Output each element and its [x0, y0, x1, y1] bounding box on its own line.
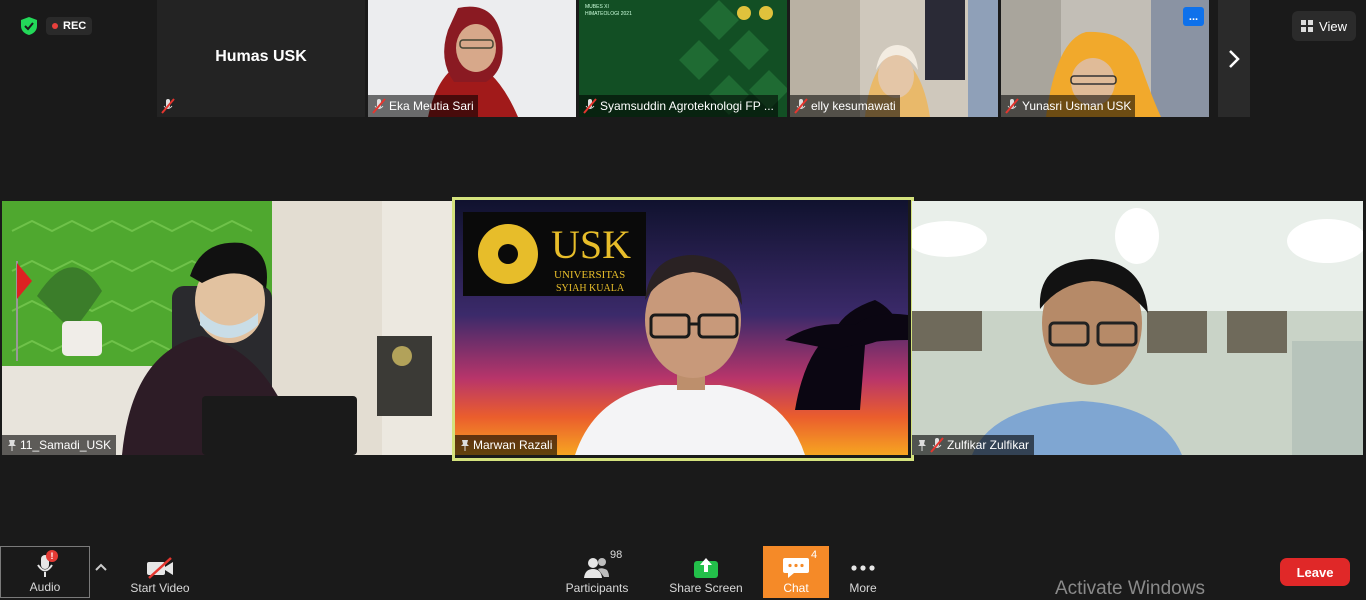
participant-video	[912, 201, 1363, 455]
leave-button[interactable]: Leave	[1280, 558, 1350, 586]
name-bar: Eka Meutia Sari	[368, 95, 478, 117]
name-bar: Zulfikar Zulfikar	[912, 435, 1035, 455]
logo-brand: USK	[551, 222, 631, 267]
participants-icon	[584, 558, 609, 578]
participant-name: Marwan Razali	[473, 438, 553, 452]
chevron-right-icon	[1229, 49, 1240, 68]
view-label: View	[1319, 18, 1347, 34]
participant-name: elly kesumawati	[811, 99, 896, 113]
meeting-status: REC	[18, 14, 93, 38]
share-screen-icon	[694, 558, 718, 578]
logo-line1: UNIVERSITAS	[554, 269, 625, 281]
name-bar: Marwan Razali	[455, 435, 558, 455]
more-button[interactable]: More	[840, 546, 886, 598]
participant-name: Humas USK	[215, 48, 307, 65]
activate-windows-watermark: Activate Windows	[1055, 578, 1205, 599]
video-tile-marwan-razali[interactable]: USK UNIVERSITAS SYIAH KUALA Marwan Razal…	[455, 200, 908, 455]
thumbnail-syamsuddin[interactable]: MUBES XI HIMATEOLOGI 2021 Syamsuddin Agr…	[579, 0, 787, 117]
shield-icon[interactable]	[18, 15, 40, 37]
video-tile-zulfikar[interactable]: Zulfikar Zulfikar	[912, 201, 1363, 455]
more-label: More	[849, 581, 877, 595]
pin-icon	[918, 440, 926, 451]
view-button[interactable]: View	[1292, 11, 1356, 41]
start-video-button[interactable]: Start Video	[122, 546, 198, 598]
name-bar: Syamsuddin Agroteknologi FP ...	[579, 95, 778, 117]
participants-label: Participants	[565, 581, 629, 595]
audio-alert-badge: !	[46, 550, 58, 562]
name-bar: Yunasri Usman USK	[1001, 95, 1136, 117]
participant-name: 11_Samadi_USK	[20, 438, 112, 452]
participant-video	[2, 201, 452, 455]
video-off-icon	[147, 557, 173, 579]
mic-muted-icon	[1005, 98, 1019, 114]
grid-view-icon	[1301, 19, 1314, 32]
svg-text:HIMATEOLOGI 2021: HIMATEOLOGI 2021	[585, 11, 632, 17]
participant-name: Zulfikar Zulfikar	[947, 438, 1030, 452]
participants-count: 98	[610, 549, 623, 561]
audio-label: Audio	[29, 580, 61, 594]
pin-icon	[461, 440, 469, 451]
participant-name: Yunasri Usman USK	[1022, 99, 1132, 113]
logo-line2: SYIAH KUALA	[556, 283, 625, 294]
chat-count: 4	[811, 549, 818, 561]
chat-label: Chat	[783, 581, 809, 595]
chat-button[interactable]: Chat	[763, 546, 829, 598]
share-screen-button[interactable]: Share Screen	[666, 546, 746, 598]
chevron-up-icon	[95, 563, 107, 571]
start-video-label: Start Video	[130, 581, 190, 595]
thumbnail-eka-meutia-sari[interactable]: Eka Meutia Sari	[368, 0, 576, 117]
participant-name: Eka Meutia Sari	[389, 99, 474, 113]
thumbnail-elly-kesumawati[interactable]: elly kesumawati	[790, 0, 998, 117]
rec-label: REC	[63, 20, 87, 32]
participant-options-button[interactable]: ...	[1183, 7, 1204, 26]
chat-icon	[783, 558, 809, 578]
audio-button[interactable]: Audio	[0, 546, 90, 598]
name-bar: 11_Samadi_USK	[2, 435, 117, 455]
audio-options-button[interactable]	[94, 560, 112, 580]
svg-text:MUBES XI: MUBES XI	[585, 4, 609, 10]
share-screen-label: Share Screen	[669, 581, 743, 595]
name-bar	[157, 95, 179, 117]
mic-muted-icon	[794, 98, 808, 114]
mic-muted-icon	[583, 98, 597, 114]
next-page-button[interactable]	[1218, 0, 1250, 117]
pin-icon	[8, 440, 16, 451]
participants-button[interactable]: Participants	[560, 546, 634, 598]
mic-muted-icon	[372, 98, 386, 114]
mic-muted-icon	[161, 98, 175, 114]
name-bar: elly kesumawati	[790, 95, 900, 117]
more-icon	[851, 565, 875, 571]
participant-name: Syamsuddin Agroteknologi FP ...	[600, 99, 774, 113]
thumbnail-yunasri-usman[interactable]: Yunasri Usman USK	[1001, 0, 1209, 117]
mic-muted-icon	[930, 437, 944, 453]
record-dot-icon	[52, 23, 58, 29]
video-tile-samadi[interactable]: 11_Samadi_USK	[2, 201, 452, 455]
recording-indicator[interactable]: REC	[46, 17, 93, 35]
participant-video: USK UNIVERSITAS SYIAH KUALA	[455, 200, 908, 455]
thumbnail-humas-usk[interactable]: Humas USK	[157, 0, 365, 117]
